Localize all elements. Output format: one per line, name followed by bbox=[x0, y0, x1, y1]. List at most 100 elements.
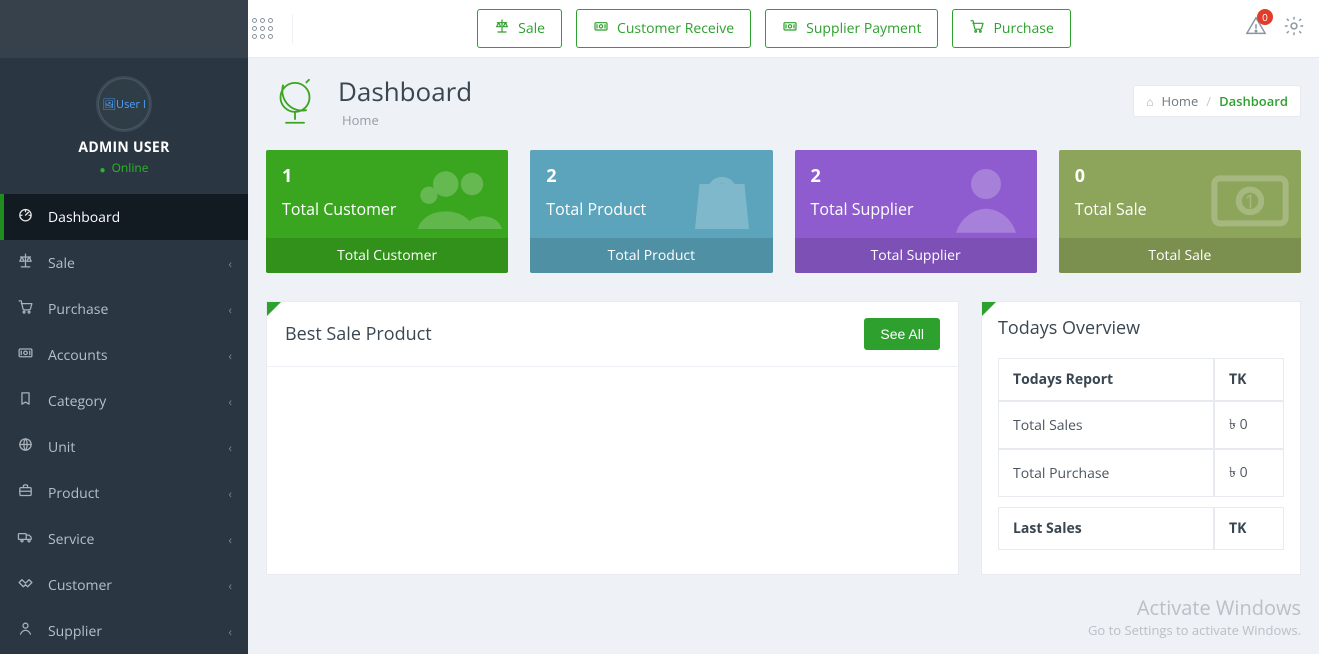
briefcase-icon bbox=[14, 482, 36, 504]
truck-icon bbox=[14, 528, 36, 550]
chevron-left-icon: ‹ bbox=[228, 301, 232, 318]
scale-icon bbox=[14, 252, 36, 274]
alerts-button[interactable]: 0 bbox=[1245, 15, 1267, 43]
breadcrumb-sep: / bbox=[1206, 92, 1211, 110]
user-status: Online bbox=[10, 159, 238, 176]
sidebar: 🖼 User I ADMIN USER Online Dashboard Sale… bbox=[0, 0, 248, 654]
sidebar-brand-area bbox=[0, 0, 248, 58]
cart-icon bbox=[14, 298, 36, 320]
sidebar-item-label: Service bbox=[48, 530, 94, 549]
sidebar-item-label: Dashboard bbox=[48, 208, 120, 227]
top-action-label: Purchase bbox=[993, 19, 1053, 38]
see-all-button[interactable]: See All bbox=[864, 318, 940, 350]
report-row-label: Total Purchase bbox=[998, 449, 1214, 497]
sidebar-item-label: Supplier bbox=[48, 622, 102, 641]
report-head-value: TK bbox=[1214, 358, 1284, 401]
sidebar-item-category[interactable]: Category ‹ bbox=[0, 378, 248, 424]
lastsales-head-label: Last Sales bbox=[998, 507, 1214, 550]
page-title: Dashboard bbox=[338, 73, 472, 109]
handshake-icon bbox=[14, 574, 36, 596]
gear-icon bbox=[1283, 15, 1305, 37]
avatar[interactable]: 🖼 User I bbox=[96, 76, 152, 132]
globe-stand-icon bbox=[266, 72, 324, 130]
sidebar-item-product[interactable]: Product ‹ bbox=[0, 470, 248, 516]
page-subtitle: Home bbox=[342, 111, 472, 129]
sidebar-item-label: Product bbox=[48, 484, 99, 503]
avatar-broken-icon: 🖼 User I bbox=[98, 78, 150, 130]
overview-title: Todays Overview bbox=[998, 316, 1140, 340]
best-sale-title: Best Sale Product bbox=[285, 322, 432, 346]
sidebar-item-label: Category bbox=[48, 392, 106, 411]
sidebar-item-dashboard[interactable]: Dashboard bbox=[0, 194, 248, 240]
apps-menu-button[interactable] bbox=[262, 14, 293, 44]
best-sale-panel: Best Sale Product See All bbox=[266, 301, 959, 575]
money-icon bbox=[593, 18, 609, 39]
bookmark-icon bbox=[14, 390, 36, 412]
sidebar-item-unit[interactable]: Unit‹ bbox=[0, 424, 248, 470]
sidebar-item-label: Customer bbox=[48, 576, 112, 595]
breadcrumb: ⌂ Home / Dashboard bbox=[1133, 85, 1301, 117]
cart-icon bbox=[969, 18, 985, 39]
breadcrumb-current: Dashboard bbox=[1219, 92, 1288, 110]
chevron-left-icon: ‹ bbox=[228, 577, 232, 594]
user-block: 🖼 User I ADMIN USER Online bbox=[0, 58, 248, 188]
stat-card-total-product: 2Total ProductTotal Product bbox=[530, 150, 772, 273]
last-sales-table: Last Sales TK bbox=[998, 507, 1284, 550]
chevron-left-icon: ‹ bbox=[228, 623, 232, 640]
sidebar-item-supplier[interactable]: Supplier ‹ bbox=[0, 608, 248, 654]
alerts-badge: 0 bbox=[1257, 9, 1273, 25]
sidebar-item-label: Accounts bbox=[48, 346, 108, 365]
money-icon bbox=[14, 344, 36, 366]
person-icon bbox=[14, 620, 36, 642]
topbar: Sale Customer Receive Supplier Payment Purc… bbox=[248, 0, 1319, 58]
todays-report-table: Todays Report TK Total Sales৳ 0Total Pur… bbox=[998, 358, 1284, 497]
bag-icon bbox=[677, 154, 767, 249]
stat-cards-row: 1Total CustomerTotal Customer2Total Prod… bbox=[266, 150, 1301, 273]
money-icon bbox=[782, 18, 798, 39]
report-row-value: ৳ 0 bbox=[1214, 401, 1284, 449]
sidebar-item-sale[interactable]: Sale‹ bbox=[0, 240, 248, 286]
top-action-label: Sale bbox=[518, 19, 545, 38]
apps-grid-icon bbox=[252, 18, 273, 39]
report-row-value: ৳ 0 bbox=[1214, 449, 1284, 497]
sidebar-item-label: Sale bbox=[48, 254, 75, 273]
table-row: Total Sales৳ 0 bbox=[998, 401, 1284, 449]
settings-button[interactable] bbox=[1283, 15, 1305, 43]
cash-icon: 1 bbox=[1205, 154, 1295, 249]
scale-icon bbox=[494, 18, 510, 39]
sidebar-item-purchase[interactable]: Purchase ‹ bbox=[0, 286, 248, 332]
chevron-left-icon: ‹ bbox=[228, 347, 232, 364]
best-sale-body bbox=[267, 367, 958, 537]
top-action-label: Customer Receive bbox=[617, 19, 734, 38]
sidebar-item-label: Purchase bbox=[48, 300, 108, 319]
page-header: Dashboard Home ⌂ Home / Dashboard bbox=[248, 58, 1319, 136]
purchase-action[interactable]: Purchase bbox=[952, 9, 1070, 48]
supplier-payment-action[interactable]: Supplier Payment bbox=[765, 9, 938, 48]
sidebar-item-customer[interactable]: Customer ‹ bbox=[0, 562, 248, 608]
breadcrumb-home[interactable]: Home bbox=[1162, 92, 1199, 110]
globe-icon bbox=[14, 436, 36, 458]
home-icon: ⌂ bbox=[1146, 93, 1153, 110]
overview-panel: Todays Overview Todays Report TK Total S… bbox=[981, 301, 1301, 575]
stat-card-total-customer: 1Total CustomerTotal Customer bbox=[266, 150, 508, 273]
sidebar-item-label: Unit bbox=[48, 438, 75, 457]
svg-text:1: 1 bbox=[1245, 189, 1256, 214]
user-name: ADMIN USER bbox=[10, 138, 238, 157]
sidebar-item-service[interactable]: Service ‹ bbox=[0, 516, 248, 562]
users-icon bbox=[412, 154, 502, 249]
chevron-left-icon: ‹ bbox=[228, 485, 232, 502]
person-icon bbox=[941, 154, 1031, 249]
report-head-label: Todays Report bbox=[998, 358, 1214, 401]
stat-card-total-supplier: 2Total SupplierTotal Supplier bbox=[795, 150, 1037, 273]
sale-action[interactable]: Sale bbox=[477, 9, 562, 48]
top-action-label: Supplier Payment bbox=[806, 19, 921, 38]
stat-card-total-sale: 10Total SaleTotal Sale bbox=[1059, 150, 1301, 273]
chevron-left-icon: ‹ bbox=[228, 531, 232, 548]
report-row-label: Total Sales bbox=[998, 401, 1214, 449]
dashboard-icon bbox=[14, 206, 36, 228]
customer-receive-action[interactable]: Customer Receive bbox=[576, 9, 751, 48]
table-row: Total Purchase৳ 0 bbox=[998, 449, 1284, 497]
sidebar-item-accounts[interactable]: Accounts ‹ bbox=[0, 332, 248, 378]
lastsales-head-value: TK bbox=[1214, 507, 1284, 550]
chevron-left-icon: ‹ bbox=[228, 393, 232, 410]
